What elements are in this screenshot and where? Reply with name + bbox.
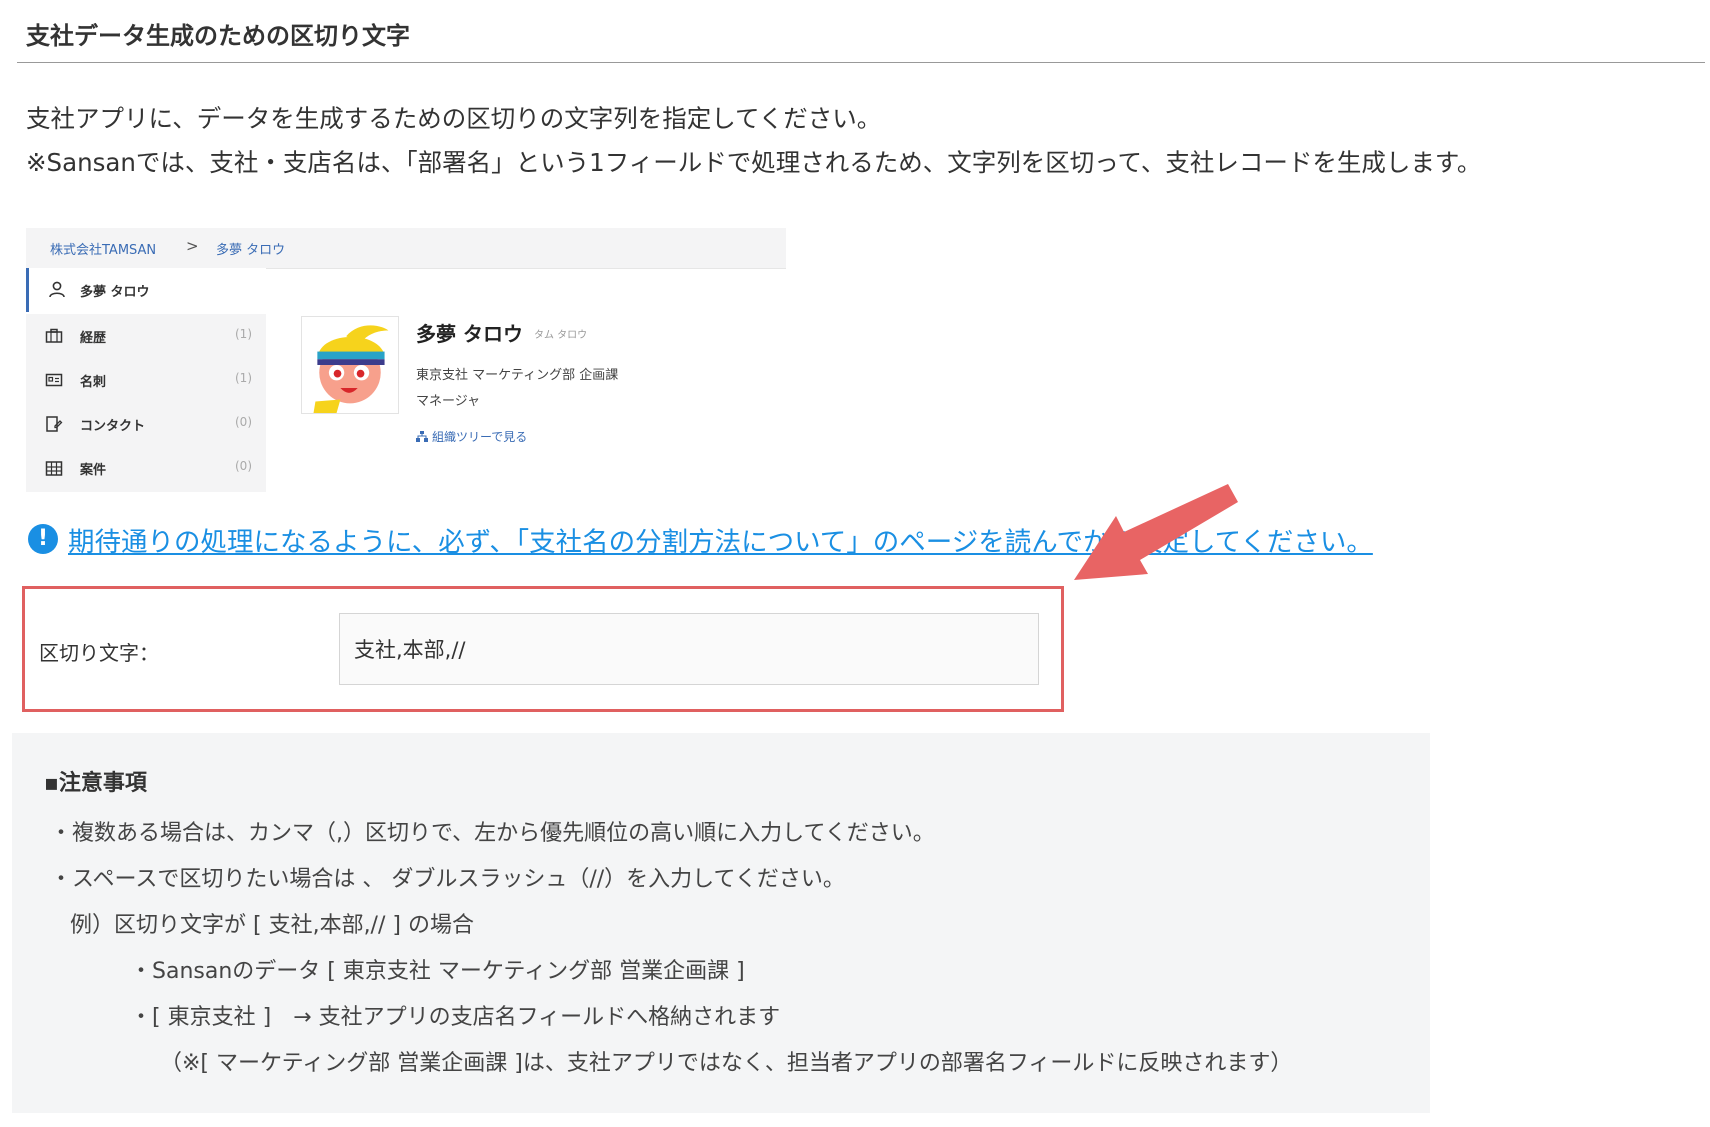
breadcrumb-company-link[interactable]: 株式会社TAMSAN: [50, 239, 156, 258]
sidebar-item-career[interactable]: 経歴 (1): [26, 314, 266, 358]
notes-title: ▪注意事項: [44, 771, 147, 796]
briefcase-icon: [45, 328, 63, 343]
sidebar-item-label: 多夢 タロウ: [80, 285, 150, 300]
org-tree-link[interactable]: 組織ツリーで見る: [416, 428, 527, 445]
sidebar-item-profile[interactable]: 多夢 タロウ: [26, 268, 266, 312]
embedded-screenshot: 株式会社TAMSAN > 多夢 タロウ 多夢 タロウ 経歴 (1) 名刺 (1): [26, 228, 786, 492]
note-line: ・複数ある場合は、カンマ（,）区切りで、左から優先順位の高い順に入力してください…: [50, 821, 935, 846]
title-divider: [17, 62, 1705, 63]
red-arrow-annotation: [1074, 484, 1238, 580]
sidebar-item-contacts[interactable]: コンタクト (0): [26, 402, 266, 446]
note-line: ・[ 東京支社 ] → 支社アプリの支店名フィールドへ格納されます: [130, 1005, 781, 1030]
building-icon: [45, 461, 63, 476]
org-tree-icon: [416, 431, 428, 442]
embedded-breadcrumb-bar: 株式会社TAMSAN > 多夢 タロウ: [26, 228, 786, 269]
info-icon: !: [28, 524, 58, 554]
delimiter-setting: 区切り文字：: [22, 586, 1064, 712]
mascot-avatar-image: [313, 325, 389, 413]
note-line: ・Sansanのデータ [ 東京支社 マーケティング部 営業企画課 ]: [130, 959, 745, 984]
delimiter-input[interactable]: [339, 613, 1039, 685]
section-title: 支社データ生成のための区切り文字: [26, 22, 410, 50]
sidebar-item-cards[interactable]: 名刺 (1): [26, 358, 266, 402]
breadcrumb-separator: >: [186, 237, 199, 255]
note-line: 例）区切り文字が [ 支社,本部,// ] の場合: [70, 913, 474, 938]
sidebar-item-label: コンタクト: [80, 419, 146, 434]
delimiter-label: 区切り文字：: [39, 641, 159, 665]
person-icon: [49, 281, 65, 298]
sidebar-item-count: (1): [235, 327, 252, 341]
contact-icon: [46, 416, 63, 432]
notes-panel: ▪注意事項 ・複数ある場合は、カンマ（,）区切りで、左から優先順位の高い順に入力…: [12, 733, 1430, 1113]
profile-department: 東京支社 マーケティング部 企画課: [416, 368, 619, 383]
profile-name: 多夢 タロウ: [416, 322, 523, 346]
org-tree-link-label: 組織ツリーで見る: [432, 430, 528, 444]
note-line: ・スペースで区切りたい場合は 、 ダブルスラッシュ（//）を入力してください。: [50, 867, 845, 892]
sidebar-item-deals[interactable]: 案件 (0): [26, 446, 266, 490]
description-line-1: 支社アプリに、データを生成するための区切りの文字列を指定してください。: [26, 104, 882, 133]
note-line: （※[ マーケティング部 営業企画課 ]は、支社アプリではなく、担当者アプリの部…: [160, 1051, 1293, 1076]
avatar: [301, 316, 399, 414]
sidebar-item-label: 経歴: [80, 331, 107, 346]
sidebar-item-label: 案件: [80, 463, 107, 478]
sidebar-item-count: (0): [235, 459, 252, 473]
profile-role: マネージャ: [416, 394, 481, 409]
sidebar-item-count: (0): [235, 415, 252, 429]
description-line-2: ※Sansanでは、支社・支店名は、「部署名」という1フィールドで処理されるため…: [26, 148, 1482, 177]
card-icon: [45, 373, 63, 387]
profile-kana: タム タロウ: [534, 330, 588, 341]
sidebar-item-label: 名刺: [80, 375, 107, 390]
sidebar-item-count: (1): [235, 371, 252, 385]
breadcrumb-person-link[interactable]: 多夢 タロウ: [216, 239, 285, 258]
